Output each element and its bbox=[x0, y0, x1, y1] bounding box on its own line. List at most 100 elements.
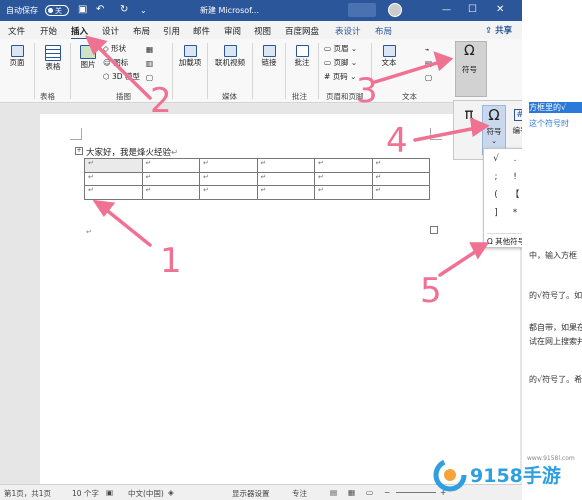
table-cell[interactable]: ↵ bbox=[256, 171, 315, 186]
table-cell[interactable]: ↵ bbox=[199, 171, 258, 186]
symbol-ribbon-label: 符号 bbox=[462, 65, 477, 74]
table-cell[interactable]: ↵ bbox=[371, 171, 430, 186]
table-cell[interactable]: ↵ bbox=[84, 171, 143, 186]
online-video-button[interactable]: 联机视频 bbox=[212, 45, 248, 68]
language[interactable]: 中文(中国) bbox=[128, 488, 164, 499]
page-label: 页面 bbox=[9, 58, 25, 67]
header-button[interactable]: ▭ 页眉 ⌄ bbox=[324, 43, 357, 54]
read-mode-icon[interactable]: ▤ bbox=[330, 488, 337, 497]
redo-icon[interactable]: ↻ bbox=[120, 4, 128, 15]
document-title: 新建 Microsof... bbox=[200, 6, 259, 15]
table-cell[interactable]: ↵ bbox=[371, 185, 430, 200]
icons-icon: ☺ bbox=[103, 58, 111, 67]
tab-table-design[interactable]: 表设计 bbox=[335, 25, 361, 37]
word-count[interactable]: 10 个字 bbox=[72, 488, 99, 499]
tab-table-layout[interactable]: 布局 bbox=[375, 25, 392, 37]
customize-qat-icon[interactable]: ⌄ bbox=[140, 6, 147, 15]
date-icon[interactable]: ▤ bbox=[425, 59, 432, 68]
web-layout-icon[interactable]: ▭ bbox=[366, 488, 373, 497]
chart-icon[interactable]: ▥ bbox=[146, 59, 153, 68]
close-icon[interactable]: ✕ bbox=[496, 4, 504, 15]
article-line: 中，输入方框 bbox=[529, 251, 577, 260]
article-line: 试在网上搜索并 bbox=[529, 337, 582, 346]
tab-design[interactable]: 设计 bbox=[102, 25, 119, 37]
object-icon[interactable]: ▢ bbox=[425, 73, 432, 82]
tab-insert[interactable]: 插入 bbox=[71, 25, 89, 40]
table-cell[interactable]: ↵ bbox=[84, 158, 143, 173]
document-line-1[interactable]: 大家好，我是烽火经验↵ bbox=[86, 146, 178, 158]
group-label-header-footer: 页眉和页脚 bbox=[326, 92, 364, 101]
zoom-slider[interactable] bbox=[396, 492, 436, 493]
table-resize-handle[interactable] bbox=[430, 226, 438, 234]
table-cell[interactable]: ↵ bbox=[371, 158, 430, 173]
tab-references[interactable]: 引用 bbox=[163, 25, 180, 37]
page-count[interactable]: 第1页，共1页 bbox=[4, 488, 51, 499]
minimize-icon[interactable]: — bbox=[442, 5, 451, 15]
comment-button[interactable]: 批注 bbox=[291, 45, 313, 68]
picture-button[interactable]: 图片 bbox=[76, 45, 100, 70]
watermark-logo: 9158手游 www.9158l.com bbox=[432, 455, 582, 495]
tab-layout[interactable]: 布局 bbox=[133, 25, 150, 37]
maximize-icon[interactable]: ☐ bbox=[468, 4, 477, 15]
symbol-item[interactable]: ] bbox=[487, 205, 505, 222]
screenshot-icon[interactable]: ▢ bbox=[146, 73, 153, 82]
page-button[interactable]: 页面 bbox=[6, 45, 28, 68]
tab-view[interactable]: 视图 bbox=[254, 25, 271, 37]
table-button[interactable]: 表格 bbox=[40, 45, 66, 72]
save-icon[interactable]: ▣ bbox=[78, 4, 87, 15]
icons-button[interactable]: ☺ 图标 bbox=[103, 57, 128, 68]
table-cell[interactable]: ↵ bbox=[141, 171, 200, 186]
table-cell[interactable]: ↵ bbox=[141, 158, 200, 173]
equation-button[interactable]: π bbox=[457, 105, 481, 155]
link-label: 链接 bbox=[261, 58, 277, 67]
watermark-text: 9158手游 bbox=[470, 465, 561, 487]
table-cell[interactable]: ↵ bbox=[314, 185, 373, 200]
shapes-button[interactable]: ◇ 形状 bbox=[103, 43, 126, 54]
tab-mailings[interactable]: 邮件 bbox=[193, 25, 210, 37]
addins-icon bbox=[183, 45, 197, 57]
table-cell[interactable]: ↵ bbox=[84, 185, 143, 200]
zoom-out-icon[interactable]: − bbox=[384, 488, 390, 497]
page-icon bbox=[10, 45, 24, 57]
table-cell[interactable]: ↵ bbox=[256, 158, 315, 173]
equation-small-icon[interactable]: ⌁ bbox=[425, 45, 430, 54]
share-label: 共享 bbox=[495, 26, 513, 36]
group-label-tables: 表格 bbox=[40, 92, 55, 101]
smartart-icon[interactable]: ▦ bbox=[146, 45, 153, 54]
tab-home[interactable]: 开始 bbox=[40, 25, 57, 37]
display-settings[interactable]: 显示器设置 bbox=[232, 488, 270, 499]
table-move-handle[interactable]: + bbox=[75, 147, 83, 155]
page-number-button[interactable]: # 页码 ⌄ bbox=[324, 71, 356, 82]
toggle-knob bbox=[48, 8, 53, 13]
table-cell[interactable]: ↵ bbox=[256, 185, 315, 200]
tab-baidu-netdisk[interactable]: 百度网盘 bbox=[285, 25, 319, 37]
symbol-item[interactable]: √ bbox=[487, 151, 505, 168]
table-cell[interactable]: ↵ bbox=[314, 158, 373, 173]
table-cell[interactable]: ↵ bbox=[199, 185, 258, 200]
3d-model-button[interactable]: ⬡ 3D 模型 bbox=[103, 71, 140, 82]
document-table[interactable]: ↵ ↵ ↵ ↵ ↵ ↵ ↵ ↵ ↵ ↵ ↵ ↵ ↵ ↵ ↵ ↵ ↵ ↵ bbox=[84, 158, 430, 200]
symbol-ribbon-button[interactable]: Ω 符号 bbox=[455, 41, 487, 97]
addins-button[interactable]: 加载项 bbox=[178, 45, 202, 68]
undo-icon[interactable]: ↶ bbox=[96, 4, 104, 15]
table-cell[interactable]: ↵ bbox=[141, 185, 200, 200]
symbol-item[interactable]: ( bbox=[487, 187, 505, 204]
divider bbox=[207, 43, 208, 99]
search-box[interactable] bbox=[348, 3, 376, 17]
proofing-icon[interactable]: ▣ bbox=[106, 488, 113, 497]
avatar[interactable] bbox=[388, 3, 402, 17]
accessibility-icon[interactable]: ◈ bbox=[168, 488, 174, 497]
autosave-toggle[interactable]: 关 bbox=[45, 5, 69, 16]
table-cell[interactable]: ↵ bbox=[199, 158, 258, 173]
focus-mode[interactable]: 专注 bbox=[292, 488, 307, 499]
print-layout-icon[interactable]: ▦ bbox=[348, 488, 355, 497]
symbol-item[interactable]: ; bbox=[487, 169, 505, 186]
share-button[interactable]: ⇪ 共享 bbox=[485, 24, 512, 36]
tab-review[interactable]: 审阅 bbox=[224, 25, 241, 37]
textbox-button[interactable]: 文本 bbox=[376, 45, 402, 68]
tab-file[interactable]: 文件 bbox=[8, 25, 25, 37]
link-button[interactable]: 链接 bbox=[258, 45, 280, 68]
divider bbox=[172, 43, 173, 99]
table-cell[interactable]: ↵ bbox=[314, 171, 373, 186]
footer-button[interactable]: ▭ 页脚 ⌄ bbox=[324, 57, 357, 68]
